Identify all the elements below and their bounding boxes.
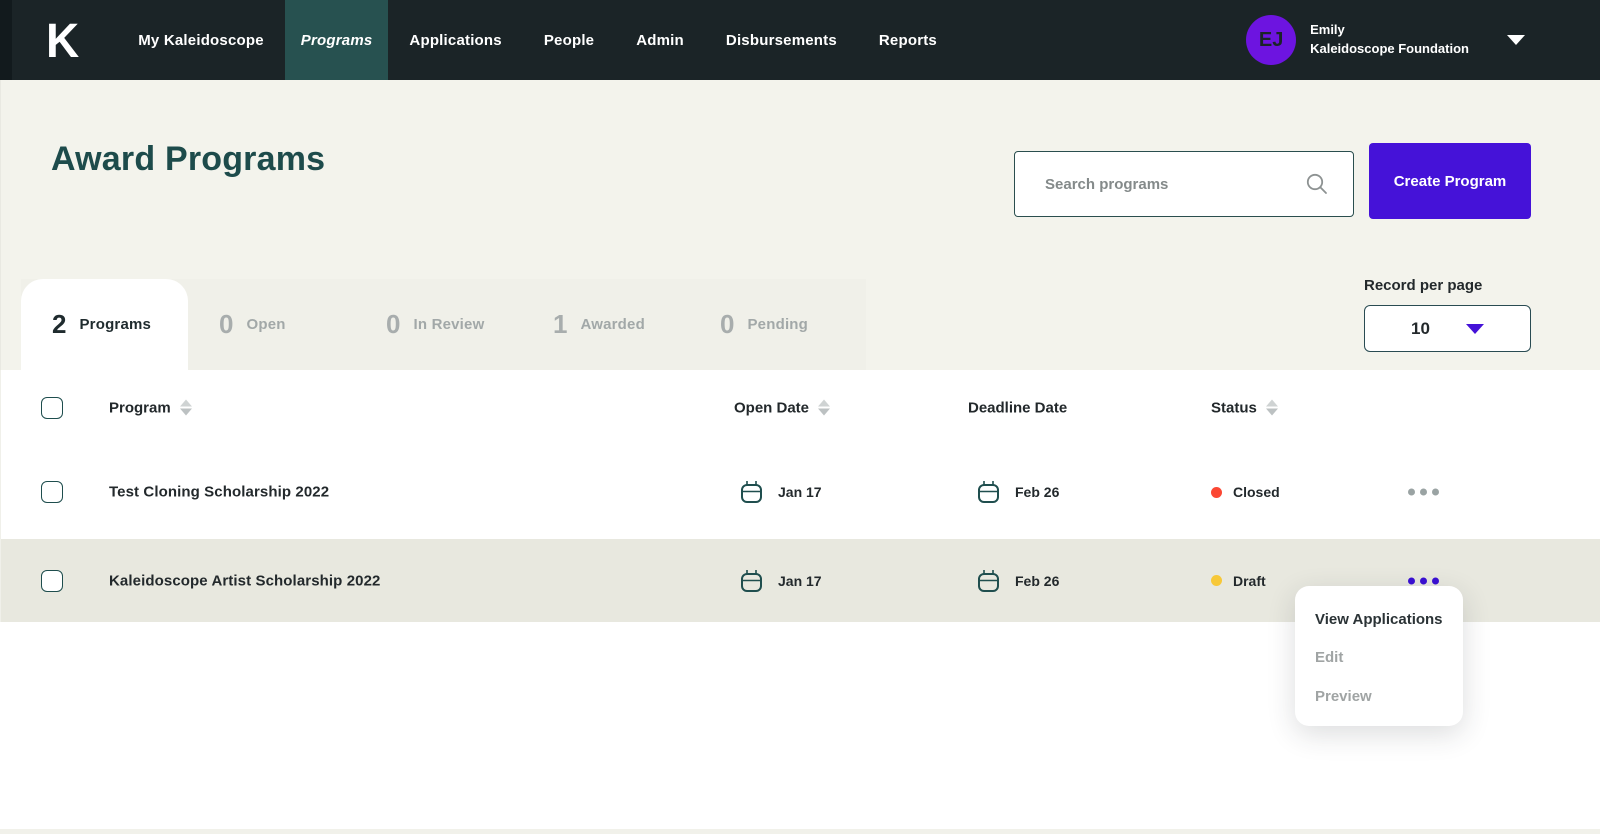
column-header-deadline-date[interactable]: Deadline Date — [968, 399, 1067, 416]
select-all-checkbox[interactable] — [41, 396, 63, 419]
top-nav: K My Kaleidoscope Programs Applications … — [0, 0, 1600, 80]
status-cell: Draft — [1211, 573, 1266, 589]
row-checkbox[interactable] — [41, 569, 63, 592]
status-cell: Closed — [1211, 484, 1280, 500]
row-actions-context-menu: View Applications Edit Preview — [1295, 586, 1463, 726]
nav-item-my-kaleidoscope[interactable]: My Kaleidoscope — [117, 0, 285, 80]
open-date-value: Jan 17 — [778, 484, 822, 500]
user-first-name: Emily — [1310, 22, 1345, 38]
open-date-value: Jan 17 — [778, 572, 822, 589]
column-header-status-label: Status — [1211, 399, 1257, 416]
program-name[interactable]: Test Cloning Scholarship 2022 — [109, 484, 329, 501]
row-actions-menu-button[interactable] — [1406, 483, 1441, 502]
nav-item-disbursements[interactable]: Disbursements — [705, 0, 858, 80]
table-row[interactable]: Test Cloning Scholarship 2022 Jan 17 Feb… — [1, 445, 1600, 539]
column-header-program[interactable]: Program — [109, 399, 192, 416]
nav-item-reports[interactable]: Reports — [858, 0, 958, 80]
search-box — [1014, 151, 1354, 217]
calendar-icon — [741, 481, 762, 503]
calendar-icon — [741, 569, 762, 592]
deadline-date-cell: Feb 26 — [975, 567, 1059, 595]
column-header-status[interactable]: Status — [1211, 399, 1278, 416]
column-header-open-date-label: Open Date — [734, 399, 810, 416]
page-header-band: Award Programs Create Program Record per… — [0, 80, 1600, 370]
menu-item-view-applications[interactable]: View Applications — [1315, 611, 1463, 628]
page-title: Award Programs — [51, 140, 326, 178]
tab-awarded-label: Awarded — [580, 316, 645, 333]
user-menu[interactable]: EJ Emily Kaleidoscope Foundation — [1246, 0, 1525, 80]
program-name[interactable]: Kaleidoscope Artist Scholarship 2022 — [109, 572, 380, 589]
create-program-button[interactable]: Create Program — [1369, 143, 1531, 219]
select-all-checkbox-cell — [41, 396, 63, 419]
tab-pending[interactable]: 0 Pending — [689, 279, 856, 370]
tab-awarded[interactable]: 1 Awarded — [522, 279, 689, 370]
tab-pending-count: 0 — [720, 309, 735, 339]
open-date-cell: Jan 17 — [738, 567, 822, 595]
open-date-cell: Jan 17 — [738, 478, 822, 506]
sort-icon[interactable] — [1265, 399, 1278, 416]
row-actions-cell — [1406, 483, 1441, 502]
status-dot — [1211, 486, 1222, 498]
menu-item-preview: Preview — [1315, 688, 1372, 706]
deadline-date-value: Feb 26 — [1015, 572, 1060, 589]
tab-in-review-count: 0 — [386, 309, 401, 339]
column-header-deadline-date-label: Deadline Date — [968, 399, 1068, 416]
calendar-icon — [978, 481, 999, 503]
tab-open[interactable]: 0 Open — [188, 279, 355, 370]
status-tabs: 2 Programs 0 Open 0 In Review 1 Awarded … — [21, 279, 866, 370]
status-dot — [1211, 575, 1222, 586]
table-header-row: Program Open Date Deadline Date Status — [1, 370, 1600, 445]
status-badge: Closed — [1233, 484, 1280, 500]
search-input[interactable] — [1015, 152, 1305, 216]
tab-in-review-label: In Review — [413, 316, 485, 333]
tab-programs[interactable]: 2 Programs — [21, 279, 188, 370]
nav-item-applications[interactable]: Applications — [388, 0, 522, 80]
kaleidoscope-logo[interactable]: K — [46, 12, 79, 69]
footer-strip — [0, 829, 1600, 834]
row-checkbox[interactable] — [41, 481, 63, 503]
row-checkbox-cell — [41, 569, 63, 592]
tab-open-count: 0 — [219, 309, 234, 339]
chevron-down-icon — [1465, 323, 1484, 334]
nav-menu: My Kaleidoscope Programs Applications Pe… — [117, 0, 958, 80]
tab-programs-label: Programs — [79, 316, 152, 333]
user-name-block: Emily Kaleidoscope Foundation — [1310, 21, 1469, 59]
tab-pending-label: Pending — [747, 316, 809, 333]
nav-left-edge — [0, 0, 12, 80]
nav-item-people[interactable]: People — [523, 0, 615, 80]
menu-item-edit: Edit — [1315, 649, 1344, 667]
nav-item-admin[interactable]: Admin — [615, 0, 705, 80]
records-per-page-value: 10 — [1411, 318, 1430, 338]
row-checkbox-cell — [41, 481, 63, 503]
sort-icon[interactable] — [818, 399, 831, 416]
chevron-down-icon[interactable] — [1507, 35, 1525, 45]
tab-programs-count: 2 — [52, 309, 67, 339]
avatar[interactable]: EJ — [1246, 15, 1297, 65]
status-badge: Draft — [1233, 572, 1266, 589]
records-per-page-label: Record per page — [1364, 277, 1483, 294]
tab-in-review[interactable]: 0 In Review — [355, 279, 522, 370]
column-header-program-label: Program — [109, 399, 171, 416]
nav-item-programs[interactable]: Programs — [284, 0, 389, 80]
records-per-page-select[interactable]: 10 — [1364, 305, 1531, 352]
search-icon[interactable] — [1305, 172, 1329, 196]
user-org-name: Kaleidoscope Foundation — [1310, 41, 1469, 56]
deadline-date-cell: Feb 26 — [975, 478, 1059, 506]
sort-icon[interactable] — [179, 399, 192, 416]
calendar-icon — [978, 569, 999, 592]
tab-awarded-count: 1 — [553, 309, 568, 339]
tab-open-label: Open — [246, 316, 286, 333]
programs-table: Program Open Date Deadline Date Status T… — [0, 370, 1600, 622]
column-header-open-date[interactable]: Open Date — [734, 399, 831, 416]
deadline-date-value: Feb 26 — [1015, 484, 1060, 500]
